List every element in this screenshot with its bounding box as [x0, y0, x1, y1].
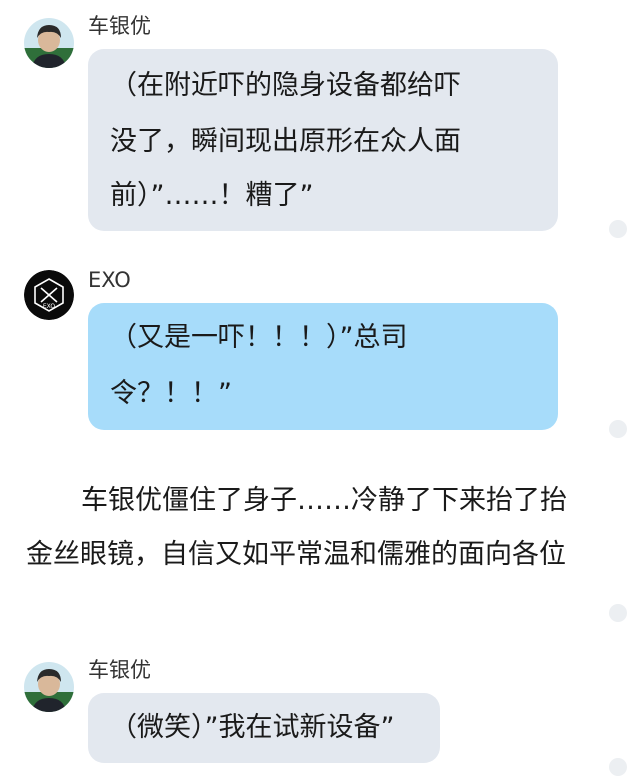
message-line: 令？！！” [110, 378, 232, 409]
exo-logo-text: EXO [43, 303, 56, 310]
chat-screen: 车银优 （在附近吓的隐身设备都给吓 没了，瞬间现出原形在众人面 前）”……！糟了… [0, 0, 640, 780]
read-indicator-dot [609, 758, 627, 776]
sender-name: 车银优 [88, 14, 151, 38]
exo-logo-icon: EXO [24, 270, 74, 320]
profile-photo-icon [24, 18, 74, 68]
avatar-cha-eunwoo[interactable] [24, 662, 74, 712]
avatar-exo[interactable]: EXO [24, 270, 74, 320]
avatar-cha-eunwoo[interactable] [24, 18, 74, 68]
read-indicator-dot [609, 604, 627, 622]
read-indicator-dot [609, 420, 627, 438]
narration-line: 金丝眼镜，自信又如平常温和儒雅的面向各位 [26, 539, 566, 570]
profile-photo-icon [24, 662, 74, 712]
message-line: （微笑）”我在试新设备” [110, 712, 395, 743]
message-line: 没了，瞬间现出原形在众人面 [110, 126, 461, 157]
sender-name: EXO [88, 268, 131, 292]
message-line: 前）”……！糟了” [110, 180, 314, 211]
message-line: （在附近吓的隐身设备都给吓 [110, 70, 461, 101]
message-bubble: （又是一吓！！！）”总司 令？！！” [88, 303, 558, 430]
message-bubble: （微笑）”我在试新设备” [88, 693, 440, 763]
message-line: （又是一吓！！！）”总司 [110, 322, 408, 353]
sender-name: 车银优 [88, 658, 151, 682]
message-bubble: （在附近吓的隐身设备都给吓 没了，瞬间现出原形在众人面 前）”……！糟了” [88, 49, 558, 231]
narration-line: 车银优僵住了身子……冷静了下来抬了抬 [81, 485, 567, 516]
read-indicator-dot [609, 220, 627, 238]
